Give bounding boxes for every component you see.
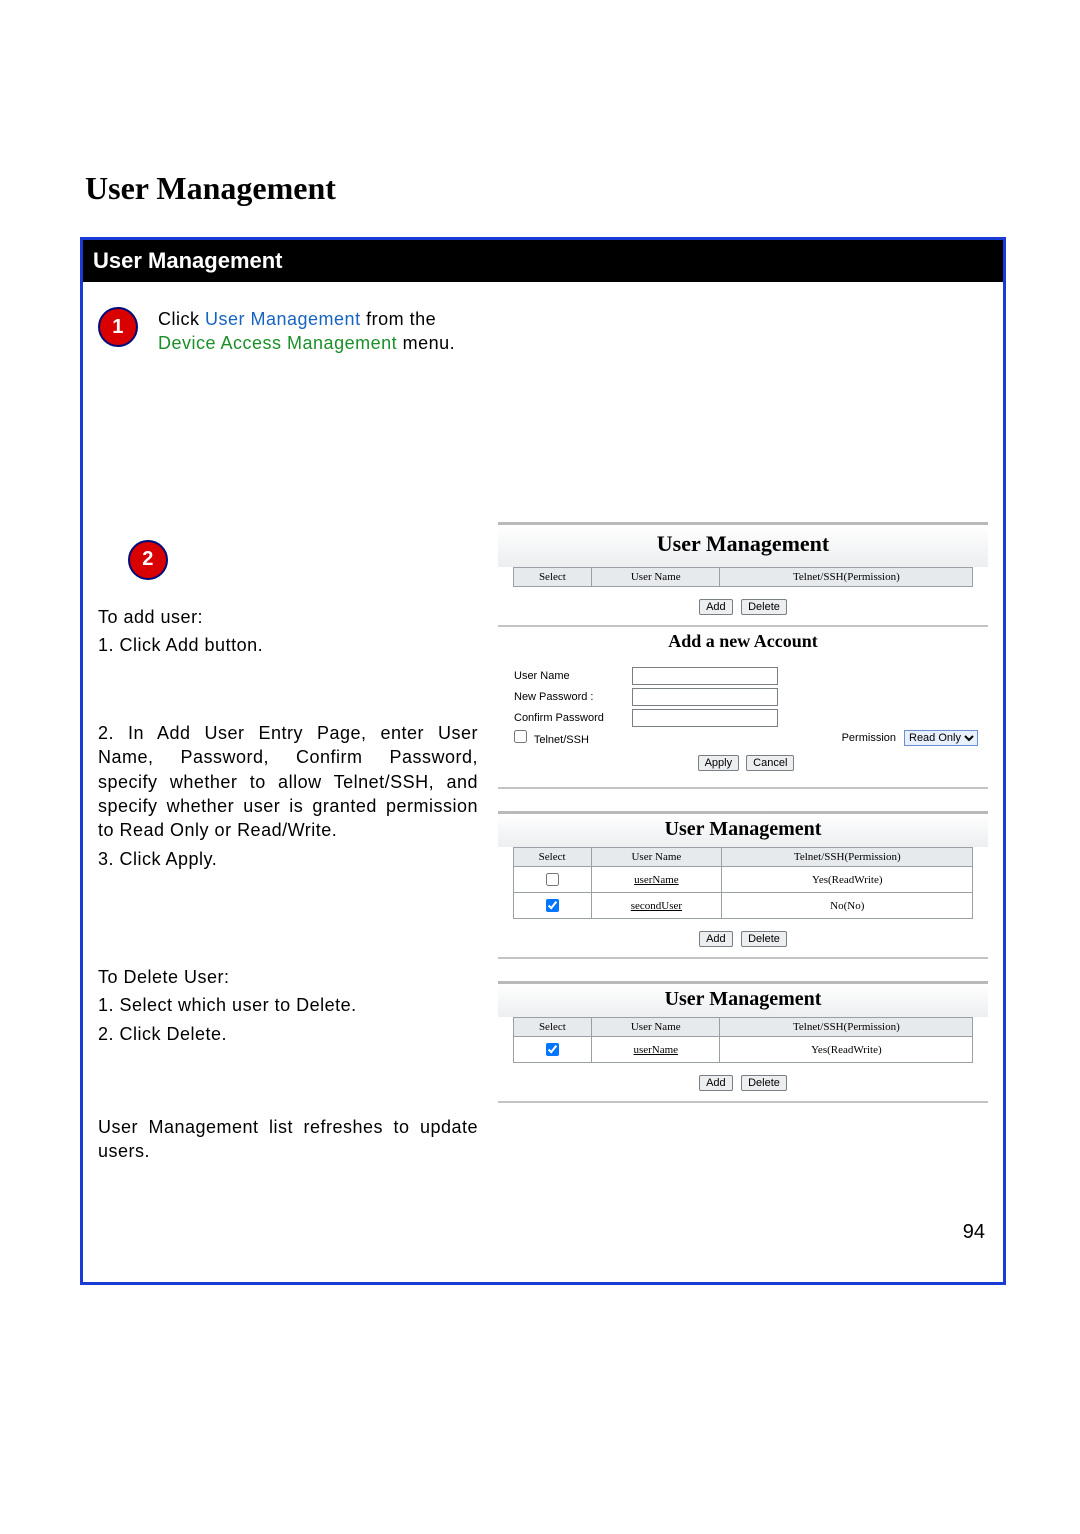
th-perm: Telnet/SSH(Permission): [720, 568, 973, 587]
th-select: Select: [513, 848, 591, 867]
um-title-1: User Management: [498, 525, 988, 567]
add-account-title: Add a new Account: [498, 625, 988, 660]
confirm-password-field[interactable]: [632, 709, 778, 727]
um-title-2: User Management: [498, 814, 988, 847]
row-perm: Yes(ReadWrite): [720, 1037, 973, 1063]
delete-button[interactable]: Delete: [741, 1075, 787, 1091]
document-page: User Management User Management 1 Click …: [0, 0, 1080, 1534]
row-checkbox[interactable]: [546, 1043, 559, 1056]
add-2: 2. In Add User Entry Page, enter User Na…: [98, 721, 478, 842]
instruction-panel: User Management 1 Click User Management …: [80, 237, 1006, 1285]
delete-button[interactable]: Delete: [741, 931, 787, 947]
add-button[interactable]: Add: [699, 1075, 733, 1091]
refresh-note: User Management list refreshes to update…: [98, 1115, 478, 1164]
row-user: userName: [591, 867, 722, 893]
menu-name: Device Access Management: [158, 333, 397, 353]
th-user: User Name: [592, 568, 720, 587]
permission-select[interactable]: Read Only: [904, 730, 978, 746]
row-perm: Yes(ReadWrite): [722, 867, 973, 893]
th-user: User Name: [591, 848, 722, 867]
right-column: User Management Select User Name Telnet/…: [498, 522, 988, 1267]
step1-mid: from the: [366, 309, 436, 329]
th-select: Select: [513, 1018, 591, 1037]
step-1: 1 Click User Management from the Device …: [98, 307, 478, 360]
table-row: secondUser No(No): [513, 893, 973, 919]
th-perm: Telnet/SSH(Permission): [722, 848, 973, 867]
table-row: userName Yes(ReadWrite): [513, 1037, 973, 1063]
add-1: 1. Click Add button.: [98, 633, 478, 657]
add-title: To add user:: [98, 605, 478, 629]
delete-button[interactable]: Delete: [741, 599, 787, 615]
telnet-ssh-checkbox[interactable]: [514, 730, 527, 743]
apply-button[interactable]: Apply: [698, 755, 740, 771]
step-2-text: To add user: 1. Click Add button. 2. In …: [98, 605, 478, 1164]
page-number: 94: [963, 1221, 985, 1244]
um-table-2: Select User Name Telnet/SSH(Permission) …: [513, 847, 974, 919]
user-name-field[interactable]: [632, 667, 778, 685]
th-select: Select: [513, 568, 591, 587]
page-title: User Management: [85, 170, 1000, 207]
user-management-link: User Management: [205, 309, 361, 329]
panel-header: User Management: [83, 240, 1003, 282]
row-user: userName: [592, 1037, 720, 1063]
confirm-password-label: Confirm Password: [514, 712, 624, 724]
user-name-label: User Name: [514, 670, 624, 682]
del-1: 1. Select which user to Delete.: [98, 993, 478, 1017]
left-column: 1 Click User Management from the Device …: [98, 307, 478, 1267]
step-badge-1: 1: [98, 307, 138, 347]
um-screenshot-3: User Management Select User Name Telnet/…: [498, 981, 988, 1103]
cancel-button[interactable]: Cancel: [746, 755, 794, 771]
um-table-3: Select User Name Telnet/SSH(Permission) …: [513, 1017, 974, 1063]
add-3: 3. Click Apply.: [98, 847, 478, 871]
add-button[interactable]: Add: [699, 599, 733, 615]
um-screenshot-2: User Management Select User Name Telnet/…: [498, 811, 988, 959]
del-title: To Delete User:: [98, 965, 478, 989]
new-password-field[interactable]: [632, 688, 778, 706]
um-screenshot-1: User Management Select User Name Telnet/…: [498, 522, 988, 789]
row-checkbox[interactable]: [546, 899, 559, 912]
row-user: secondUser: [591, 893, 722, 919]
step-1-text: Click User Management from the Device Ac…: [158, 307, 478, 360]
um-table-empty: Select User Name Telnet/SSH(Permission): [513, 567, 974, 587]
add-account-form: User Name New Password : Confirm Passwor…: [498, 660, 988, 787]
del-2: 2. Click Delete.: [98, 1022, 478, 1046]
step1-post: menu.: [403, 333, 456, 353]
telnet-ssh-label: Telnet/SSH: [534, 734, 589, 746]
step1-pre: Click: [158, 309, 205, 329]
th-perm: Telnet/SSH(Permission): [720, 1018, 973, 1037]
panel-body: 1 Click User Management from the Device …: [83, 282, 1003, 1282]
th-user: User Name: [592, 1018, 720, 1037]
row-checkbox[interactable]: [546, 873, 559, 886]
row-perm: No(No): [722, 893, 973, 919]
table-row: userName Yes(ReadWrite): [513, 867, 973, 893]
um-title-3: User Management: [498, 984, 988, 1017]
permission-label: Permission: [842, 732, 896, 744]
new-password-label: New Password :: [514, 691, 624, 703]
step-badge-2: 2: [128, 540, 168, 580]
add-button[interactable]: Add: [699, 931, 733, 947]
